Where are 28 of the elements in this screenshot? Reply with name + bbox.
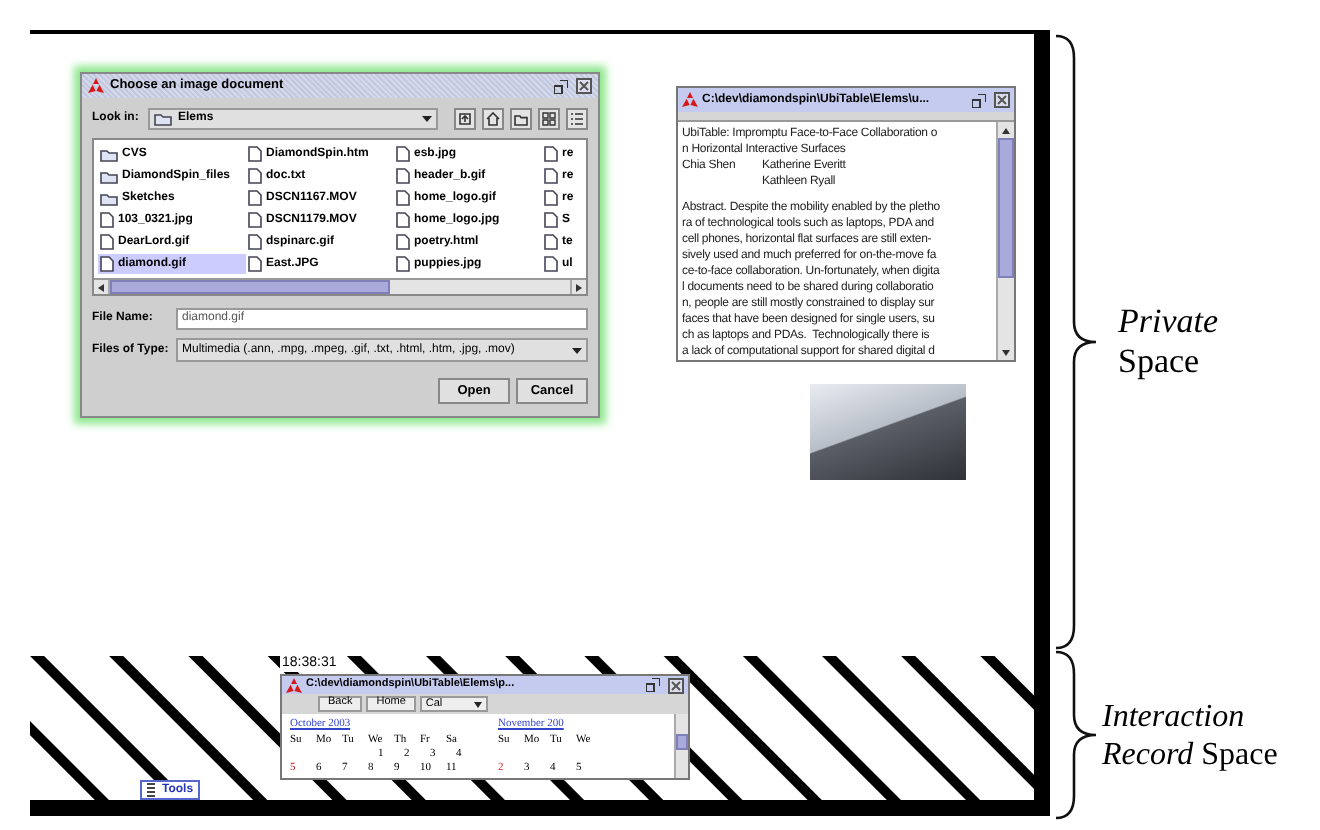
dropdown-arrow-icon bbox=[422, 116, 432, 122]
logo-icon bbox=[286, 677, 302, 693]
vertical-scrollbar[interactable] bbox=[674, 714, 688, 778]
close-icon[interactable] bbox=[668, 677, 684, 693]
float-icon[interactable] bbox=[972, 93, 986, 107]
home-icon[interactable] bbox=[482, 108, 504, 130]
close-icon[interactable] bbox=[994, 92, 1010, 108]
annotation-label: Private Space bbox=[1118, 302, 1221, 382]
right-arrow-icon[interactable] bbox=[576, 283, 582, 291]
up-arrow-icon[interactable] bbox=[1002, 127, 1010, 133]
up-folder-icon[interactable] bbox=[454, 108, 476, 130]
coil-icon bbox=[146, 782, 156, 798]
close-icon[interactable] bbox=[576, 78, 592, 94]
list-view-icon[interactable] bbox=[566, 108, 588, 130]
grid-view-icon[interactable] bbox=[538, 108, 560, 130]
folder-icon bbox=[154, 112, 172, 126]
logo-icon bbox=[682, 92, 698, 108]
float-icon[interactable] bbox=[554, 79, 568, 93]
annotation-label: Interaction Record Space bbox=[1102, 697, 1280, 773]
logo-icon bbox=[88, 78, 104, 94]
dropdown-arrow-icon bbox=[572, 347, 582, 353]
float-icon[interactable] bbox=[646, 678, 660, 692]
left-arrow-icon[interactable] bbox=[98, 283, 104, 291]
dropdown-arrow-icon bbox=[473, 701, 482, 707]
new-folder-icon[interactable] bbox=[510, 108, 532, 130]
down-arrow-icon[interactable] bbox=[1002, 349, 1010, 355]
vertical-scrollbar[interactable] bbox=[996, 122, 1014, 360]
horizontal-scrollbar[interactable] bbox=[94, 278, 586, 294]
